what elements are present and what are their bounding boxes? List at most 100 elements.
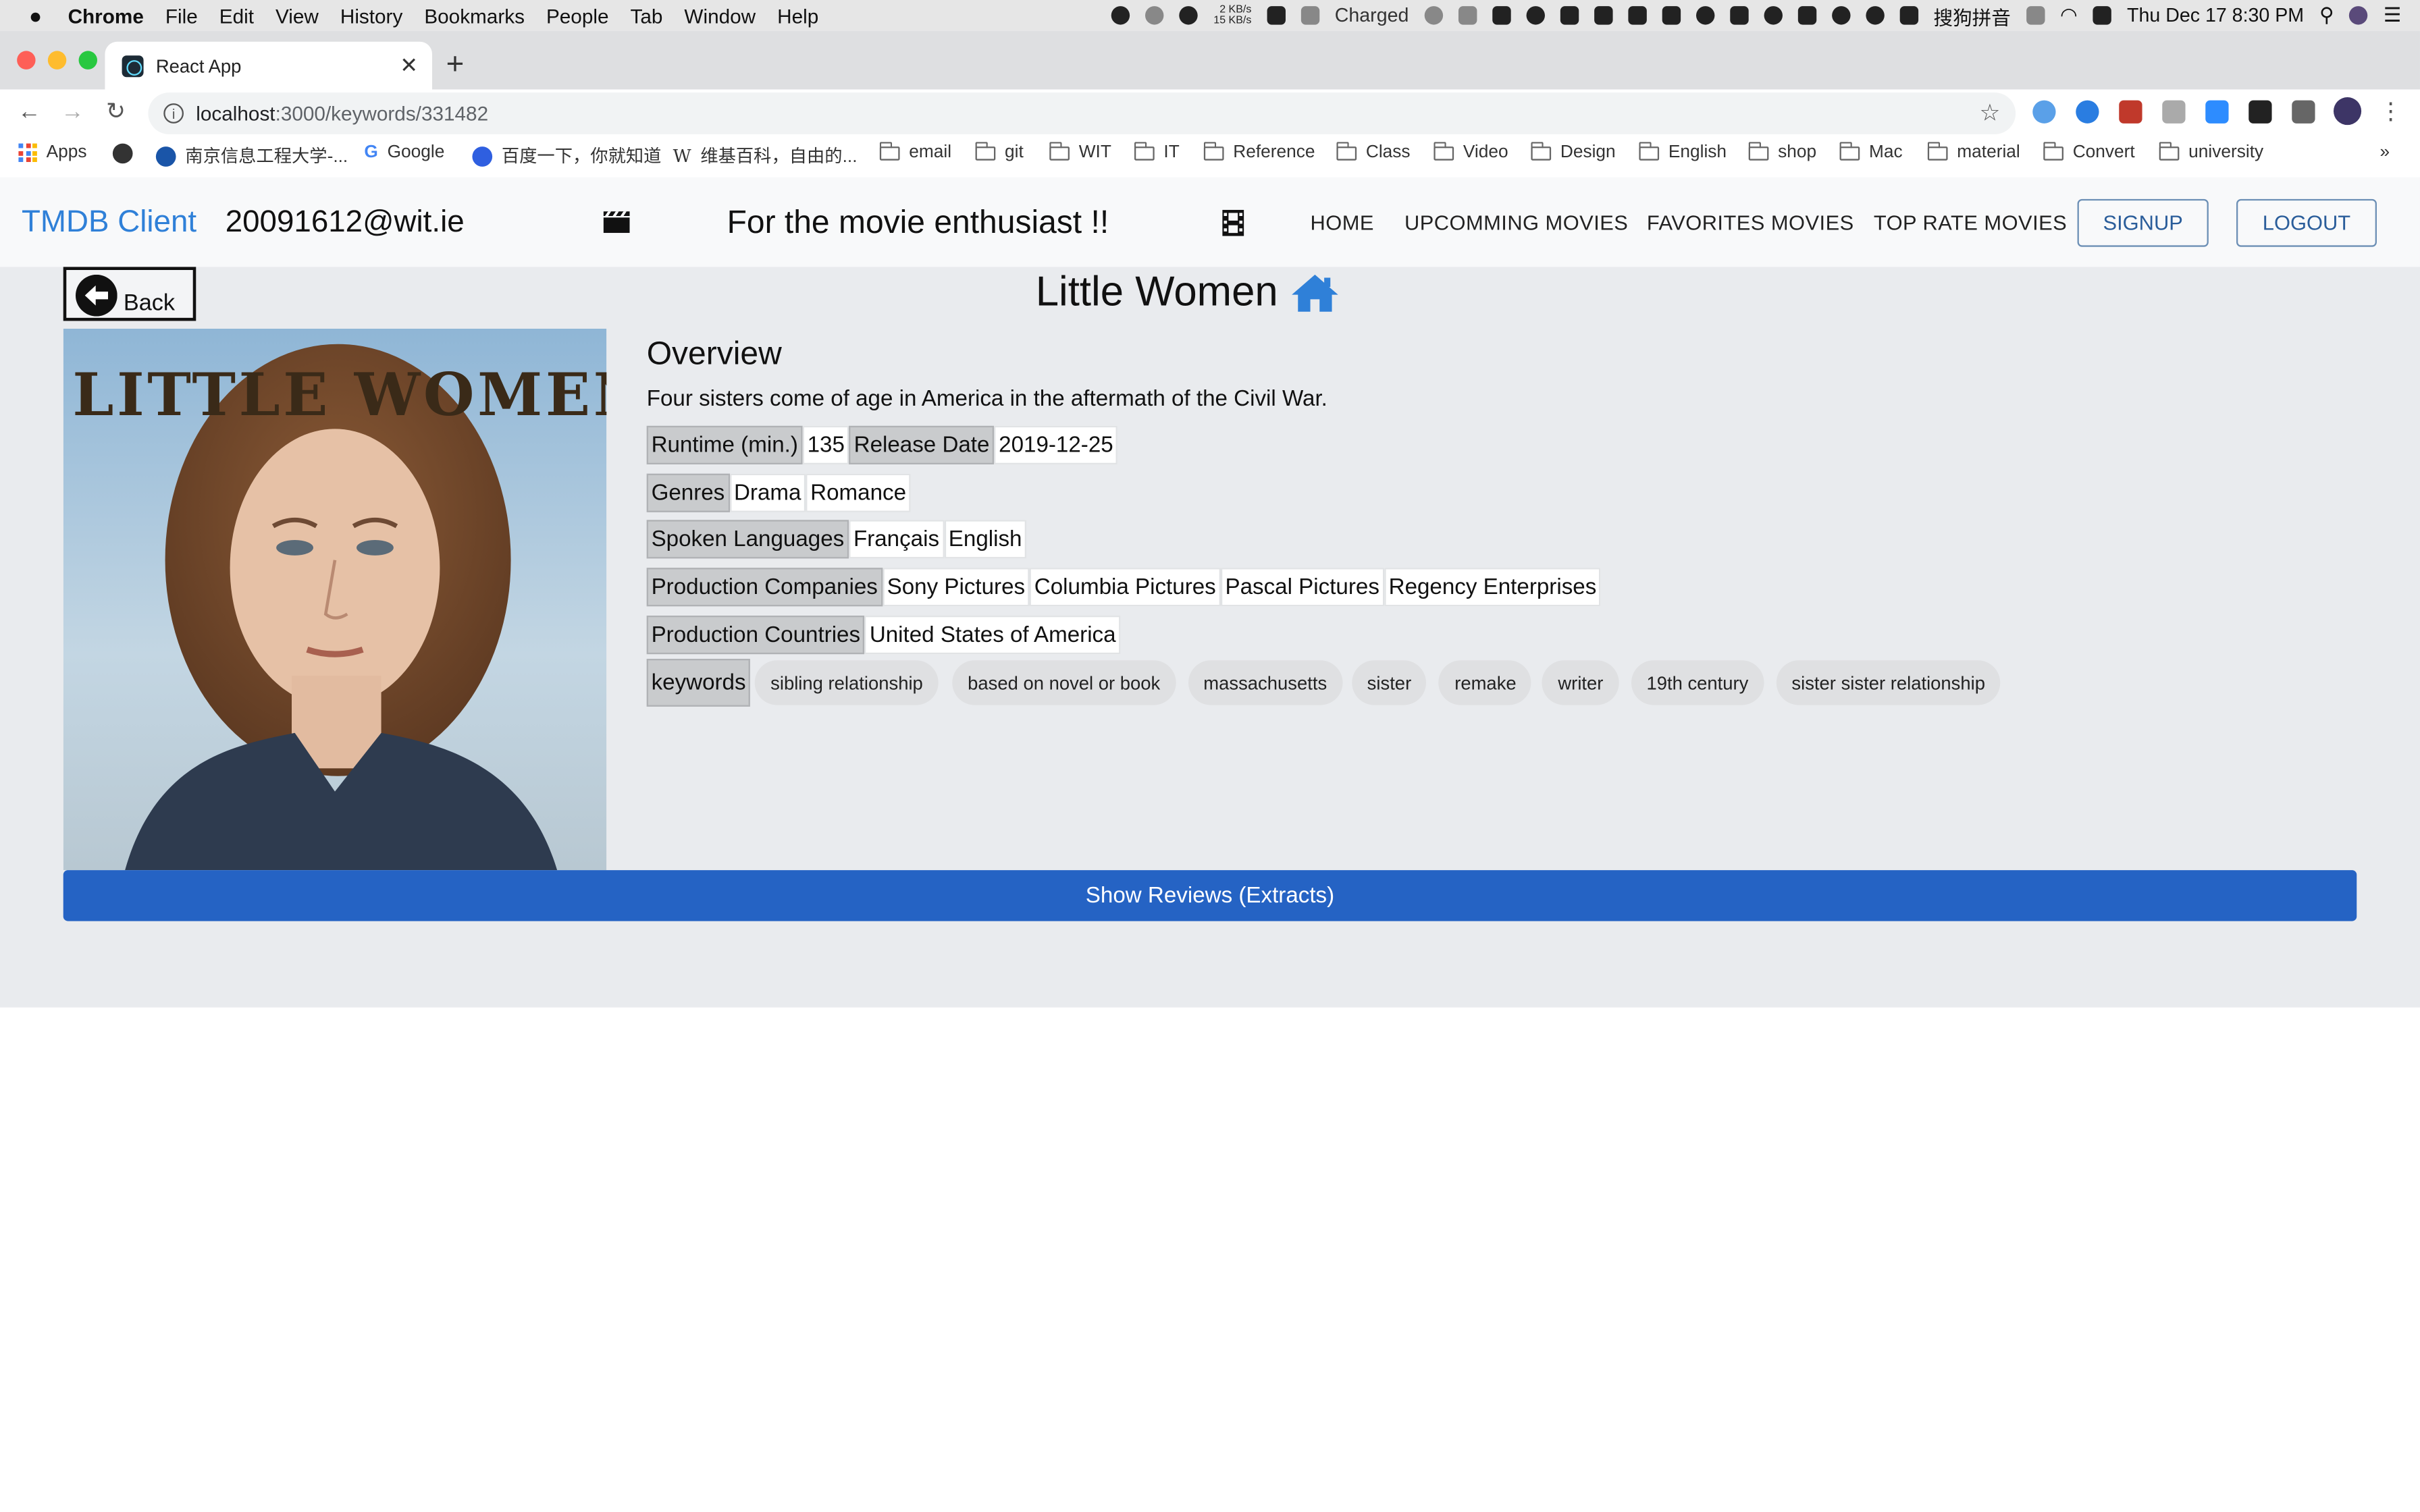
status-item-icon[interactable] bbox=[1267, 6, 1286, 25]
logout-button[interactable]: LOGOUT bbox=[2236, 198, 2377, 247]
menu-window[interactable]: Window bbox=[684, 4, 756, 27]
status-item-icon[interactable] bbox=[1865, 6, 1885, 25]
status-item-icon[interactable] bbox=[1729, 6, 1749, 25]
zoom-extension-icon[interactable] bbox=[2205, 100, 2229, 124]
keyword-chip[interactable]: massachusetts bbox=[1188, 660, 1343, 705]
keyword-chip[interactable]: 19th century bbox=[1631, 660, 1764, 705]
extension-icon[interactable] bbox=[2076, 100, 2099, 124]
address-bar[interactable]: i localhost:3000/keywords/331482 ☆ bbox=[148, 92, 2016, 134]
status-item-icon[interactable] bbox=[1560, 6, 1579, 25]
bookmark-folder-class[interactable]: Class bbox=[1336, 141, 1411, 162]
bookmark-baidu[interactable]: 百度一下，你就知道 bbox=[472, 144, 661, 169]
reload-icon[interactable]: ↻ bbox=[101, 97, 132, 128]
status-item-icon[interactable] bbox=[1797, 6, 1816, 25]
bookmark-wikipedia[interactable]: W 维基百科，自由的... bbox=[673, 144, 858, 169]
extensions-puzzle-icon[interactable] bbox=[2292, 100, 2315, 124]
site-info-icon[interactable]: i bbox=[163, 103, 184, 124]
status-item-icon[interactable] bbox=[1458, 6, 1477, 25]
keyword-chip[interactable]: based on novel or book bbox=[952, 660, 1176, 705]
browser-tab-active[interactable]: React App ✕ bbox=[105, 41, 432, 90]
status-item-icon[interactable] bbox=[1111, 6, 1130, 25]
profile-avatar-icon[interactable] bbox=[2333, 97, 2362, 126]
bookmark-nuist[interactable]: 南京信息工程大学-... bbox=[155, 144, 348, 169]
menu-help[interactable]: Help bbox=[777, 4, 818, 27]
status-item-icon[interactable] bbox=[1492, 6, 1511, 25]
status-item-icon[interactable] bbox=[1526, 6, 1545, 25]
back-arrow-icon[interactable]: ← bbox=[14, 97, 45, 128]
wordpress-icon[interactable] bbox=[1764, 6, 1783, 25]
bookmarks-overflow-button[interactable]: » bbox=[2380, 144, 2390, 162]
bookmark-folder-material[interactable]: material bbox=[1927, 141, 2020, 162]
bookmark-folder-shop[interactable]: shop bbox=[1748, 141, 1816, 162]
user-avatar-icon[interactable] bbox=[2349, 6, 2369, 25]
menu-app-name[interactable]: Chrome bbox=[68, 4, 144, 27]
forward-arrow-icon[interactable]: → bbox=[57, 97, 88, 128]
window-minimize-button[interactable] bbox=[47, 51, 67, 70]
notification-center-icon[interactable]: ☰ bbox=[2384, 3, 2402, 28]
wifi-icon[interactable]: ◠ bbox=[2060, 3, 2078, 28]
extension-icon[interactable] bbox=[2248, 100, 2272, 124]
bookmark-globe[interactable] bbox=[112, 143, 133, 164]
bluetooth-icon[interactable] bbox=[2026, 6, 2045, 25]
status-item-icon[interactable] bbox=[2093, 6, 2112, 25]
bookmark-folder-video[interactable]: Video bbox=[1433, 141, 1508, 162]
extension-icon[interactable] bbox=[2119, 100, 2142, 124]
battery-status[interactable]: Charged bbox=[1335, 5, 1409, 26]
menu-view[interactable]: View bbox=[275, 4, 319, 27]
record-icon[interactable] bbox=[1831, 6, 1851, 25]
input-method-label[interactable]: 搜狗拼音 bbox=[1934, 1, 2011, 30]
window-close-button[interactable] bbox=[17, 51, 36, 70]
menu-people[interactable]: People bbox=[546, 4, 609, 27]
keyword-chip[interactable]: sister bbox=[1351, 660, 1427, 705]
brand-title[interactable]: TMDB Client bbox=[22, 205, 196, 241]
extension-icon[interactable] bbox=[2032, 100, 2056, 124]
menu-bookmarks[interactable]: Bookmarks bbox=[424, 4, 525, 27]
bookmark-google[interactable]: G Google bbox=[364, 144, 444, 162]
input-method-icon[interactable] bbox=[1899, 6, 1918, 25]
bookmark-folder-design[interactable]: Design bbox=[1530, 141, 1616, 162]
apple-logo-icon[interactable]: ● bbox=[25, 3, 47, 28]
nav-upcoming-movies[interactable]: UPCOMMING MOVIES bbox=[1404, 211, 1628, 234]
shield-icon[interactable] bbox=[1594, 6, 1613, 25]
spotlight-search-icon[interactable]: ⚲ bbox=[2319, 3, 2334, 28]
bookmark-folder-mac[interactable]: Mac bbox=[1839, 141, 1903, 162]
status-item-icon[interactable] bbox=[1180, 6, 1199, 25]
bookmark-folder-reference[interactable]: Reference bbox=[1203, 141, 1315, 162]
menu-edit[interactable]: Edit bbox=[219, 4, 254, 27]
status-item-icon[interactable] bbox=[1662, 6, 1681, 25]
bookmark-apps[interactable]: Apps bbox=[18, 143, 86, 162]
back-button[interactable]: Back bbox=[63, 267, 196, 321]
show-reviews-button[interactable]: Show Reviews (Extracts) bbox=[63, 870, 2357, 921]
bookmark-folder-it[interactable]: IT bbox=[1134, 141, 1180, 162]
menu-history[interactable]: History bbox=[340, 4, 402, 27]
keyword-chip[interactable]: writer bbox=[1542, 660, 1619, 705]
keyword-chip[interactable]: sister sister relationship bbox=[1776, 660, 2001, 705]
home-icon[interactable] bbox=[1290, 272, 1340, 312]
chrome-menu-icon[interactable]: ⋮ bbox=[2375, 97, 2406, 128]
menu-file[interactable]: File bbox=[165, 4, 198, 27]
bookmark-folder-git[interactable]: git bbox=[974, 141, 1024, 162]
bookmark-folder-english[interactable]: English bbox=[1638, 141, 1727, 162]
keyword-chip[interactable]: remake bbox=[1439, 660, 1532, 705]
status-item-icon[interactable] bbox=[1424, 6, 1443, 25]
tab-close-icon[interactable]: ✕ bbox=[395, 53, 423, 79]
menu-tab[interactable]: Tab bbox=[630, 4, 662, 27]
star-icon[interactable] bbox=[1145, 6, 1165, 25]
nav-favorites-movies[interactable]: FAVORITES MOVIES bbox=[1647, 211, 1854, 234]
battery-monitor-icon[interactable] bbox=[1300, 6, 1319, 25]
extension-icon[interactable] bbox=[2162, 100, 2186, 124]
keyword-chip[interactable]: sibling relationship bbox=[755, 660, 939, 705]
nav-top-rated-movies[interactable]: TOP RATE MOVIES bbox=[1874, 211, 2067, 234]
plus-icon[interactable] bbox=[1627, 6, 1647, 25]
network-speed[interactable]: 2 KB/s 15 KB/s bbox=[1213, 5, 1251, 26]
bookmark-folder-email[interactable]: email bbox=[879, 141, 951, 162]
new-tab-icon[interactable]: + bbox=[446, 48, 465, 84]
bookmark-folder-wit[interactable]: WIT bbox=[1049, 141, 1111, 162]
clock[interactable]: Thu Dec 17 8:30 PM bbox=[2127, 5, 2304, 26]
window-zoom-button[interactable] bbox=[78, 51, 97, 70]
signup-button[interactable]: SIGNUP bbox=[2077, 198, 2209, 247]
bookmark-folder-university[interactable]: university bbox=[2159, 141, 2263, 162]
nav-home[interactable]: HOME bbox=[1311, 211, 1374, 234]
cloud-icon[interactable] bbox=[1695, 6, 1714, 25]
bookmark-folder-convert[interactable]: Convert bbox=[2043, 141, 2135, 162]
